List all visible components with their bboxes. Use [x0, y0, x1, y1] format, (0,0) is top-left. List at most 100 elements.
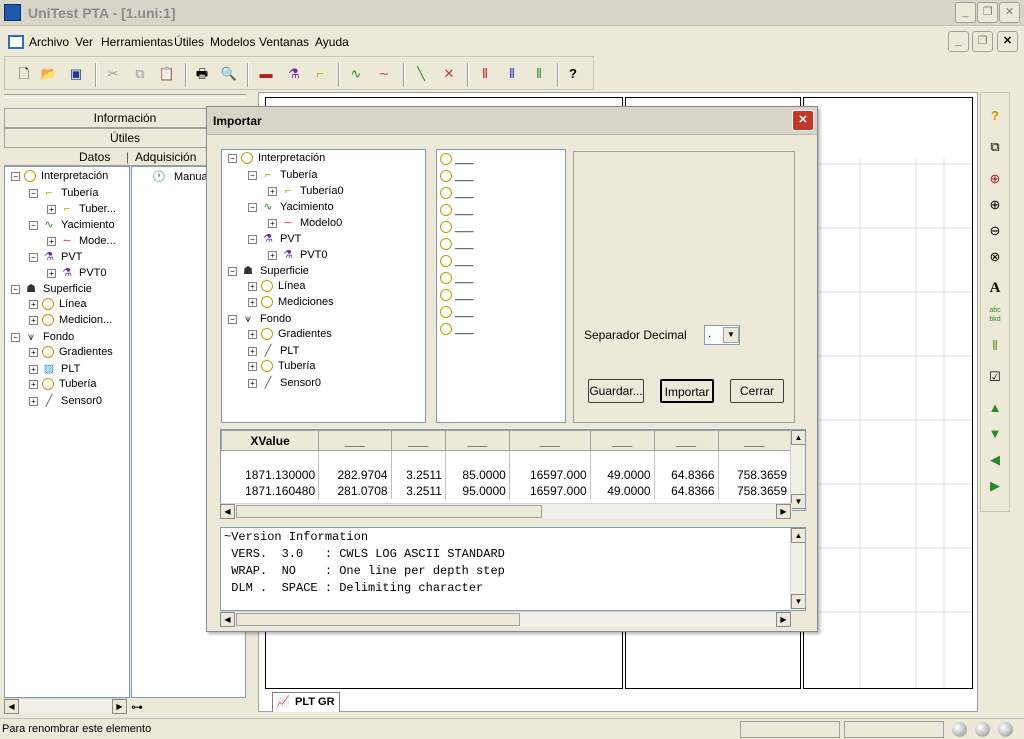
- scroll-up-icon[interactable]: ▲: [791, 430, 805, 445]
- tree-item[interactable]: + Medicion...: [29, 314, 112, 327]
- pipe-tool-icon[interactable]: ▬: [255, 63, 277, 85]
- grid-cell[interactable]: [654, 450, 719, 467]
- new-file-icon[interactable]: 🗋: [13, 63, 35, 85]
- tree-item[interactable]: + Línea: [29, 298, 87, 311]
- grid-cell[interactable]: 16597.000: [509, 482, 591, 499]
- expand-icon[interactable]: +: [29, 347, 38, 357]
- plot-tab[interactable]: 📈 PLT GR: [272, 692, 340, 712]
- tab-datos[interactable]: Datos: [79, 150, 110, 164]
- radio-circle-icon[interactable]: [440, 204, 452, 217]
- log-vscroll[interactable]: ▲ ▼: [790, 528, 805, 610]
- minimize-button[interactable]: _: [955, 2, 976, 23]
- copy-icon[interactable]: ⧉: [129, 63, 151, 85]
- copy-plot-icon[interactable]: ⧉: [983, 135, 1007, 159]
- tree-item[interactable]: + ▨ PLT: [29, 362, 80, 376]
- print-preview-icon[interactable]: 🔍: [218, 63, 240, 85]
- multi-track-icon[interactable]: ⦀: [501, 63, 523, 85]
- splitter-grip[interactable]: [4, 94, 246, 98]
- column-radio[interactable]: ___: [440, 289, 473, 302]
- menu-herramientas[interactable]: Herramientas: [101, 35, 173, 49]
- scroll-right-icon[interactable]: ▶: [776, 504, 791, 519]
- radio-circle-icon[interactable]: [440, 238, 452, 251]
- radio-circle-icon[interactable]: [440, 153, 452, 166]
- scroll-up-icon[interactable]: ▲: [791, 528, 805, 543]
- expand-icon[interactable]: +: [29, 364, 38, 374]
- expand-icon[interactable]: +: [248, 297, 257, 307]
- collapse-icon[interactable]: −: [29, 188, 38, 198]
- grid-header[interactable]: XValue: [221, 430, 320, 451]
- grid-cell[interactable]: [391, 450, 446, 467]
- expand-icon[interactable]: +: [29, 315, 38, 325]
- tree-item[interactable]: − ☗ Superficie: [11, 282, 92, 296]
- radio-circle-icon[interactable]: [440, 170, 452, 183]
- scroll-left-icon[interactable]: ◀: [4, 699, 19, 714]
- scroll-left-icon[interactable]: ◀: [220, 504, 235, 519]
- close-dialog-button[interactable]: Cerrar: [730, 379, 784, 403]
- grid-cell[interactable]: 1871.130000: [221, 466, 320, 483]
- expand-icon[interactable]: +: [248, 346, 257, 356]
- collapse-icon[interactable]: −: [11, 171, 20, 181]
- scroll-right-icon[interactable]: ▶: [112, 699, 127, 714]
- zoom-reset-icon[interactable]: ⊗: [983, 245, 1007, 269]
- tree-item[interactable]: + Línea: [248, 280, 306, 293]
- tree-item[interactable]: − Interpretación: [11, 170, 108, 183]
- expand-icon[interactable]: +: [47, 268, 56, 278]
- grid-header[interactable]: ___: [653, 430, 719, 451]
- grid-cell[interactable]: 3.2511: [391, 482, 446, 499]
- tree-item[interactable]: + ∼ Modelo0: [268, 216, 342, 230]
- text-annotation-icon[interactable]: A: [983, 276, 1007, 300]
- collapse-icon[interactable]: −: [248, 202, 257, 212]
- tree-item[interactable]: + ⚗ PVT0: [268, 248, 328, 262]
- child-minimize-button[interactable]: _: [948, 31, 969, 52]
- cross-tool-icon[interactable]: ✕: [438, 63, 460, 85]
- column-radio[interactable]: ___: [440, 238, 473, 251]
- move-right-icon[interactable]: ▶: [983, 474, 1007, 498]
- zoom-window-icon[interactable]: ⊕: [983, 167, 1007, 191]
- grid-cell[interactable]: 16597.000: [509, 466, 591, 483]
- expand-icon[interactable]: +: [29, 299, 38, 309]
- tree-item[interactable]: + Tubería: [248, 360, 316, 373]
- print-icon[interactable]: 🖶: [191, 63, 213, 85]
- scroll-down-icon[interactable]: ▼: [791, 594, 805, 609]
- log-hscroll[interactable]: ◀ ▶: [220, 611, 792, 627]
- child-restore-button[interactable]: ❐: [972, 31, 993, 52]
- radio-circle-icon[interactable]: [440, 221, 452, 234]
- table-row[interactable]: [221, 450, 792, 467]
- grid-cell[interactable]: 95.0000: [445, 482, 510, 499]
- tree-item[interactable]: + ∼ Mode...: [47, 234, 116, 248]
- save-icon[interactable]: ▣: [65, 63, 87, 85]
- grid-cell[interactable]: 282.9704: [318, 466, 392, 483]
- grid-header[interactable]: ___: [318, 430, 392, 451]
- network-icon[interactable]: ⊶: [131, 700, 143, 714]
- tree-item[interactable]: + ⚗ PVT0: [47, 266, 107, 280]
- import-button[interactable]: Importar: [660, 379, 714, 403]
- radio-circle-icon[interactable]: [440, 306, 452, 319]
- tree-item[interactable]: − ⚗ PVT: [29, 250, 82, 264]
- maximize-button[interactable]: ❐: [977, 2, 998, 23]
- collapse-icon[interactable]: −: [11, 332, 20, 342]
- chevron-down-icon[interactable]: ▼: [723, 327, 739, 343]
- tree-item[interactable]: − ∿ Yacimiento: [248, 200, 334, 214]
- grid-hscroll[interactable]: ◀ ▶: [220, 503, 792, 519]
- menu-ventanas[interactable]: Ventanas: [259, 35, 309, 49]
- expand-icon[interactable]: +: [248, 329, 257, 339]
- grid-cell[interactable]: 49.0000: [590, 466, 655, 483]
- menu-modelos[interactable]: Modelos: [210, 35, 255, 49]
- grid-cell[interactable]: [718, 450, 792, 467]
- line-tool-icon[interactable]: ╲: [410, 63, 432, 85]
- zoom-out-icon[interactable]: ⊖: [983, 219, 1007, 243]
- tree-item[interactable]: + ⌐ Tubería0: [268, 184, 344, 198]
- column-radio[interactable]: ___: [440, 153, 473, 166]
- grid-header[interactable]: ___: [390, 430, 446, 451]
- paste-icon[interactable]: 📋: [156, 63, 178, 85]
- grid-cell[interactable]: [221, 450, 320, 467]
- tracks-icon[interactable]: ⦀: [983, 334, 1007, 358]
- collapse-icon[interactable]: −: [248, 170, 257, 180]
- expand-icon[interactable]: +: [268, 250, 277, 260]
- grid-cell[interactable]: [318, 450, 392, 467]
- column-radio[interactable]: ___: [440, 170, 473, 183]
- child-close-button[interactable]: ✕: [997, 31, 1018, 52]
- plot-track-3[interactable]: [803, 97, 973, 689]
- expand-icon[interactable]: +: [47, 204, 56, 214]
- radio-circle-icon[interactable]: [440, 323, 452, 336]
